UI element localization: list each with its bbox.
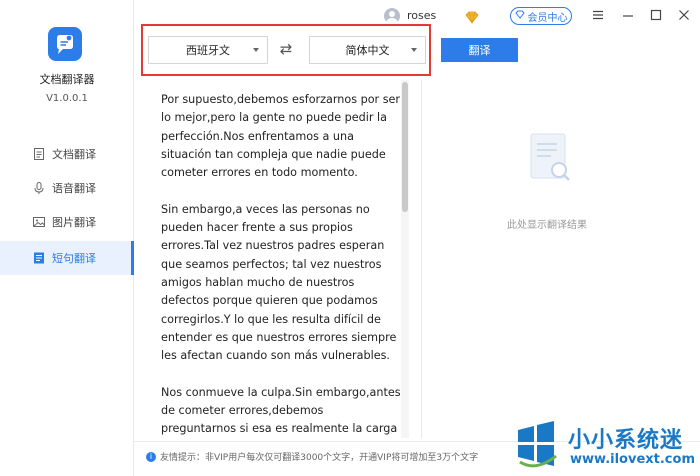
sidebar-item-label: 短句翻译: [52, 252, 96, 265]
username[interactable]: roses: [407, 9, 436, 22]
sidebar-item-voice-translate[interactable]: 语音翻译: [0, 171, 134, 205]
swap-languages-icon[interactable]: ⇄: [277, 41, 295, 57]
watermark-logo-icon: [508, 416, 564, 472]
source-language-label: 西班牙文: [186, 44, 230, 57]
empty-result-icon: [527, 128, 575, 188]
app-logo-icon: [48, 27, 82, 61]
source-paragraph: Nos conmueve la culpa.Sin embargo,antes …: [161, 385, 401, 436]
target-language-label: 简体中文: [345, 44, 390, 57]
document-icon: [32, 147, 46, 161]
sidebar: 文档翻译器 V1.0.0.1 文档翻译 语音翻译 图片翻译 短句翻译: [0, 0, 134, 476]
source-paragraph: Sin embargo,a veces las personas no pued…: [161, 202, 397, 363]
target-language-select[interactable]: 简体中文: [309, 36, 426, 64]
info-icon: i: [146, 452, 156, 462]
sidebar-item-label: 图片翻译: [52, 216, 96, 229]
sidebar-item-sentence-translate[interactable]: 短句翻译: [0, 241, 134, 275]
scrollbar-thumb[interactable]: [402, 82, 408, 212]
vip-icon: [514, 10, 525, 22]
text-icon: [32, 251, 46, 265]
image-icon: [32, 215, 46, 229]
minimize-icon[interactable]: [621, 8, 635, 22]
source-paragraph: Por supuesto,debemos esforzarnos por ser…: [161, 93, 401, 180]
app-name: 文档翻译器: [39, 73, 95, 86]
source-text: Por supuesto,debemos esforzarnos por ser…: [161, 91, 401, 438]
member-center-button[interactable]: 会员中心: [510, 7, 572, 25]
sidebar-item-label: 文档翻译: [52, 148, 96, 161]
watermark-title: 小小系统迷: [568, 428, 684, 453]
microphone-icon: [32, 181, 46, 195]
sidebar-item-image-translate[interactable]: 图片翻译: [0, 205, 134, 239]
source-text-area[interactable]: Por supuesto,debemos esforzarnos por ser…: [144, 80, 414, 438]
sidebar-item-label: 语音翻译: [52, 182, 96, 195]
translate-button[interactable]: 翻译: [441, 38, 518, 62]
chevron-down-icon: [411, 48, 417, 52]
app-version: V1.0.0.1: [46, 93, 88, 104]
watermark: 小小系统迷 www.ilovext.com: [508, 412, 700, 476]
maximize-icon[interactable]: [649, 8, 663, 22]
diamond-icon[interactable]: [465, 9, 479, 24]
footer-tip: 友情提示：非VIP用户每次仅可翻译3000个文字，开通VIP将可增加至3万个文字: [160, 453, 479, 463]
result-placeholder: 此处显示翻译结果: [507, 220, 587, 231]
sidebar-item-document-translate[interactable]: 文档翻译: [0, 137, 134, 171]
source-language-select[interactable]: 西班牙文: [148, 36, 268, 64]
member-center-label: 会员中心: [527, 12, 568, 24]
close-icon[interactable]: [677, 8, 691, 22]
avatar[interactable]: [384, 8, 400, 24]
chevron-down-icon: [253, 48, 259, 52]
watermark-url: www.ilovext.com: [570, 452, 695, 467]
menu-icon[interactable]: [591, 8, 605, 22]
